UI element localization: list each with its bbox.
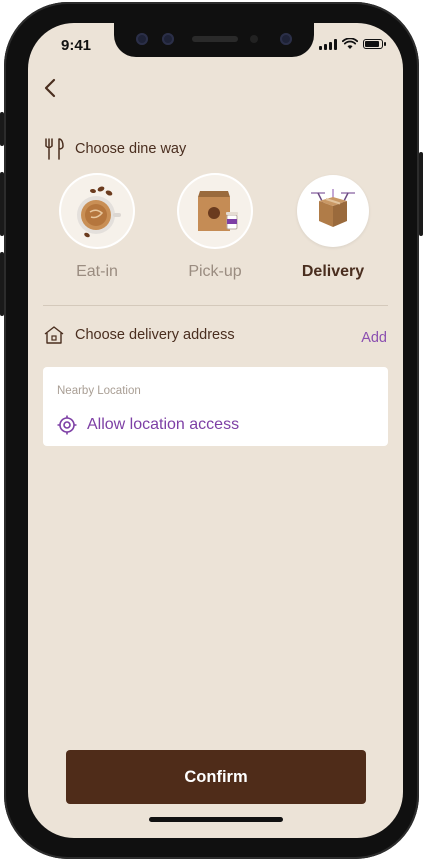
pick-up-bag-icon [179,175,251,247]
location-card: Nearby Location Allow location access [43,367,388,446]
app-screen: 9:41 Choose dine way Eat-in Pick-up Deli… [28,23,403,838]
nearby-location-label: Nearby Location [57,385,141,397]
front-camera-icon [280,33,292,45]
signal-icon [319,38,337,50]
allow-location-access-button[interactable]: Allow location access [57,415,239,435]
pick-up-label: Pick-up [188,263,242,280]
sensor-icon [162,33,174,45]
option-pick-up[interactable]: Pick-up [175,175,255,281]
delivery-label: Delivery [301,263,365,280]
volume-up-button [0,172,4,236]
back-chevron-icon[interactable] [40,76,60,100]
status-time: 9:41 [61,37,92,54]
battery-icon [363,39,386,49]
location-target-icon [57,415,77,435]
delivery-address-header: Choose delivery address [43,325,235,345]
phone-frame: 9:41 Choose dine way Eat-in Pick-up Deli… [0,2,423,859]
mute-switch [0,112,4,146]
dine-way-header: Choose dine way [43,137,186,161]
eat-in-label: Eat-in [76,263,118,280]
add-address-button[interactable]: Add [361,330,387,346]
volume-down-button [0,252,4,316]
section-divider [43,305,388,306]
wifi-icon [342,38,358,49]
fork-spoon-icon [45,138,64,160]
delivery-address-title: Choose delivery address [75,327,235,343]
camera-icon [136,33,148,45]
speaker-grille [192,36,238,42]
confirm-button[interactable]: Confirm [66,750,366,804]
status-icons [319,38,386,50]
delivery-drone-box-icon [297,175,369,247]
notch [114,23,314,57]
dine-way-title: Choose dine way [75,141,187,157]
allow-location-label: Allow location access [87,416,240,433]
power-button [419,152,423,236]
option-eat-in[interactable]: Eat-in [57,175,137,281]
home-indicator[interactable] [149,817,283,822]
eat-in-coffee-cup-icon [61,175,133,247]
dine-way-options: Eat-in Pick-up Delivery [43,175,388,295]
option-delivery[interactable]: Delivery [293,175,373,281]
home-icon [44,326,64,344]
proximity-sensor [250,35,258,43]
